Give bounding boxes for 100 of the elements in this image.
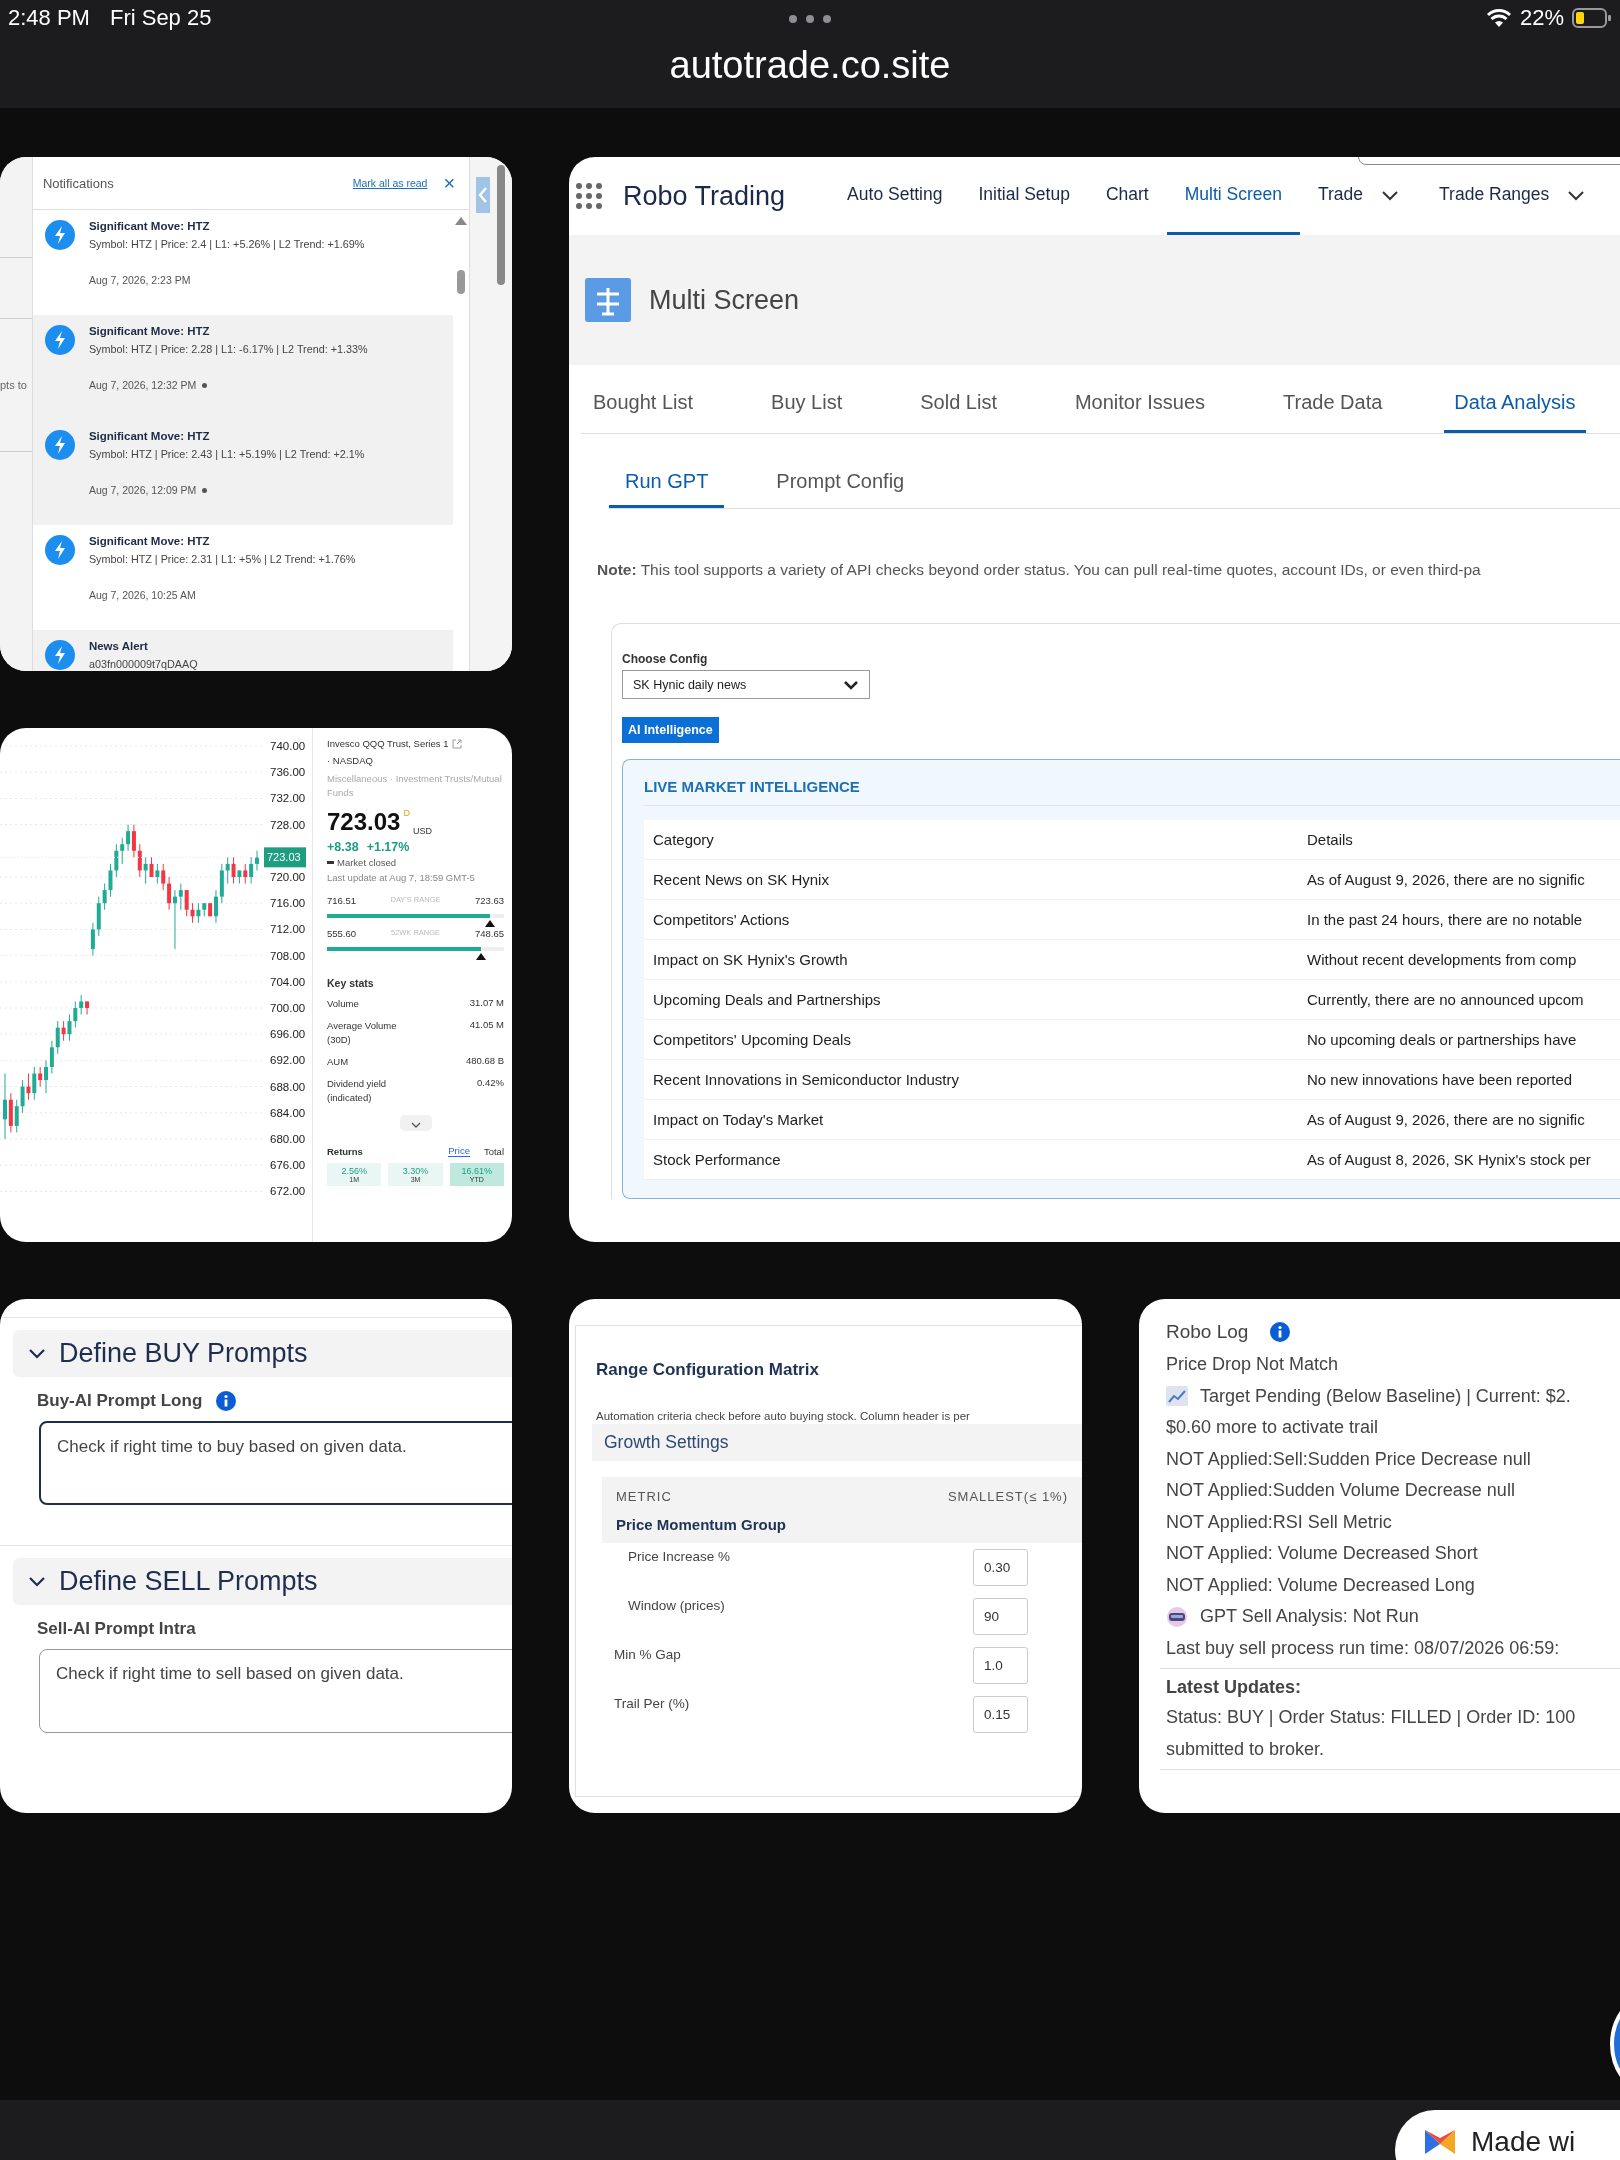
notification-text: Symbol: HTZ | Price: 2.28 | L1: -6.17% | L2 Trend: +1.33% [88, 343, 368, 355]
mark-all-read-link[interactable]: Mark all as read [352, 177, 428, 189]
axis-label: 704.00 [270, 975, 306, 988]
multitask-icon[interactable] [788, 14, 832, 24]
notification-title: Significant Move: HTZ [88, 220, 211, 232]
scrollbar-thumb[interactable] [457, 270, 466, 294]
log-line: NOT Applied:Sell:Sudden Price Decrease null [1166, 1448, 1531, 1470]
nav-item[interactable]: Trade Ranges [1421, 157, 1568, 235]
delay-flag-label: D [403, 808, 410, 818]
page-title: Multi Screen [649, 284, 800, 316]
notification-item[interactable]: Significant Move: HTZ Symbol: HTZ | Price: 2.28 | L1: -6.17% | L2 Trend: +1.33% Aug 7, 2026, 12:32 PM [32, 315, 454, 420]
axis-label: 708.00 [270, 949, 306, 962]
close-button[interactable]: × [439, 171, 460, 195]
table-cell-text: Competitors' Actions [652, 911, 791, 928]
table-cell: Without recent developments from comp [1307, 951, 1577, 968]
prompt-input[interactable]: Check if right time to buy based on given data. [39, 1421, 512, 1505]
description-text: Automation criteria check before auto buying stock. Column header is per [596, 1410, 971, 1422]
column-header: SMALLEST(≤ 1%) [947, 1489, 1068, 1504]
tab[interactable]: Sold List [920, 377, 997, 433]
card-title: Range Configuration Matrix [596, 1360, 820, 1380]
tab[interactable]: Bought List [593, 377, 694, 433]
price-change: +8.38 [327, 840, 359, 854]
scrollbar[interactable] [497, 165, 506, 285]
stat-value: 31.07 M [469, 997, 504, 1010]
battery-icon [1572, 8, 1612, 28]
tab[interactable]: Buy List [771, 377, 843, 433]
chevron-down-icon[interactable] [1567, 190, 1586, 202]
value-input[interactable]: 90 [973, 1598, 1028, 1635]
current-price-marker: 723.03 [264, 847, 306, 868]
app-launcher-icon[interactable] [575, 182, 603, 210]
section-title: Returns [327, 1145, 363, 1157]
axis-label: 740.00 [270, 740, 306, 752]
app-name: Robo Trading [623, 180, 786, 212]
nav-item[interactable]: Chart [1087, 157, 1167, 235]
value-input[interactable]: 1.0 [973, 1647, 1028, 1684]
field-label: Buy-AI Prompt Long [37, 1391, 203, 1411]
chevron-down-icon [27, 1346, 47, 1361]
page-icon [585, 278, 631, 322]
stat-label: Volume [327, 997, 359, 1011]
tab[interactable]: Monitor Issues [1074, 377, 1205, 433]
metric-label: Window (prices) [628, 1598, 725, 1613]
return-mode-tab[interactable]: Total [483, 1145, 504, 1157]
dash-icon [327, 861, 334, 864]
notification-text: Symbol: HTZ | Price: 2.31 | L1: +5% | L2 Trend: +1.76% [88, 553, 356, 565]
value-input[interactable]: 0.15 [973, 1696, 1028, 1733]
tab[interactable]: Run GPT [609, 464, 725, 508]
address-bar-url[interactable]: autotrade.co.site [0, 36, 1620, 87]
value-input[interactable]: 0.30 [973, 1549, 1028, 1586]
tab[interactable]: Trade Data [1283, 377, 1383, 433]
log-line: $0.60 more to activate trail [1166, 1417, 1379, 1439]
notification-time: Aug 7, 2026, 10:25 AM [88, 589, 196, 601]
made-with-badge[interactable]: Made wi [1395, 2110, 1620, 2160]
log-line: NOT Applied: Volume Decreased Long [1166, 1574, 1475, 1596]
status-time: 2:48 PM [8, 5, 90, 31]
log-line: Status: BUY | Order Status: FILLED | Order ID: 100 [1166, 1706, 1577, 1730]
nav-item[interactable]: Initial Setup [960, 157, 1088, 235]
field-label: Sell-AI Prompt Intra [37, 1619, 196, 1639]
notification-title: Significant Move: HTZ [88, 325, 211, 337]
notification-item[interactable]: News Alert a03fn000009t7qDAAQ [32, 630, 454, 671]
log-line: GPT Sell Analysis: Not Run [1200, 1606, 1419, 1628]
group-label: Price Momentum Group [602, 1512, 1082, 1543]
info-icon[interactable] [216, 1391, 237, 1411]
table-cell: Currently, there are no announced upcom [1307, 991, 1584, 1008]
tab[interactable]: Data Analysis [1444, 377, 1586, 433]
axis-label: 672.00 [270, 1185, 306, 1198]
axis-label: 712.00 [270, 923, 306, 936]
log-line: NOT Applied: Volume Decreased Short [1166, 1543, 1478, 1565]
unread-dot [202, 382, 208, 388]
up-arrow-icon[interactable] [455, 216, 468, 226]
table-cell: As of August 8, 2026, SK Hynix's stock per [1307, 1151, 1591, 1168]
notification-time: Aug 7, 2026, 12:32 PM [88, 379, 197, 391]
robot-icon [1166, 1605, 1188, 1628]
external-link-icon[interactable] [452, 738, 463, 749]
field-label: Choose Config [622, 652, 709, 666]
tab[interactable]: Prompt Config [760, 464, 921, 508]
return-mode-tab[interactable]: Price [448, 1145, 470, 1157]
updates-title: Latest Updates: [1166, 1677, 1303, 1698]
nav-item[interactable]: Trade [1300, 157, 1382, 235]
ai-intelligence-button[interactable]: AI Intelligence [622, 717, 719, 743]
lightning-icon [44, 640, 75, 670]
table-cell-text: Recent Innovations in Semiconductor Industry [652, 1071, 960, 1088]
config-dropdown[interactable]: SK Hynic daily news [622, 670, 870, 699]
chevron-down-icon[interactable] [1381, 190, 1400, 202]
stat-label: Average Volume (30D) [327, 1019, 398, 1047]
range-low: 555.60 [327, 928, 357, 939]
notification-item[interactable]: Significant Move: HTZ Symbol: HTZ | Price: 2.43 | L1: +5.19% | L2 Trend: +2.1% Aug 7, 2026, 12:09 PM [32, 420, 454, 525]
section-header[interactable]: Define SELL Prompts [13, 1558, 512, 1605]
prompt-input[interactable]: Check if right time to sell based on given data. [39, 1649, 512, 1733]
column-header: Details [1307, 831, 1353, 848]
stat-label: AUM [327, 1055, 349, 1069]
chart-icon [1166, 1386, 1188, 1407]
nav-item[interactable]: Auto Setting [829, 157, 961, 235]
axis-label: 692.00 [270, 1054, 306, 1067]
chevron-down-icon [410, 1121, 421, 1128]
axis-label: 732.00 [270, 792, 306, 805]
table-cell: In the past 24 hours, there are no notable [1307, 911, 1583, 928]
section-header[interactable]: Define BUY Prompts [13, 1330, 512, 1377]
info-icon[interactable] [1270, 1322, 1291, 1342]
percent-change: +1.17% [366, 840, 410, 854]
axis-label: 676.00 [270, 1159, 306, 1172]
